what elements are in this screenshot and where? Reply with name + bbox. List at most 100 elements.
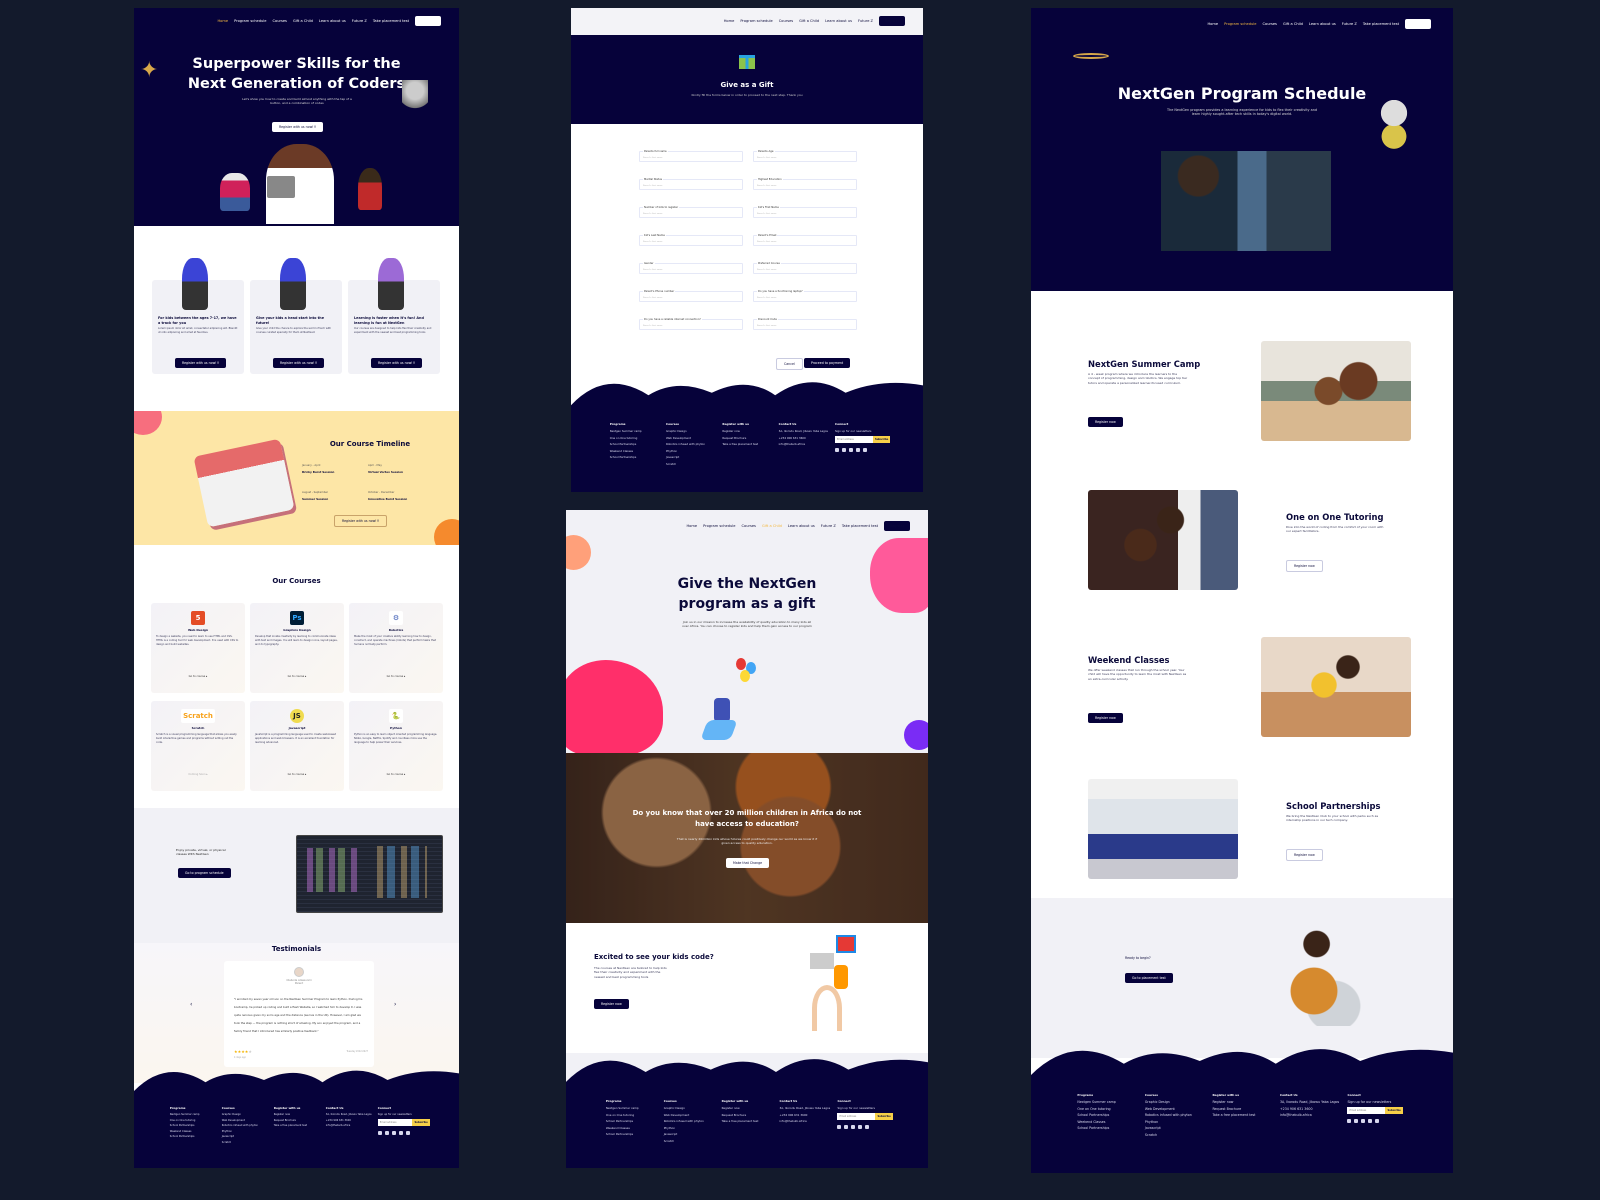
- footer-link[interactable]: info@thebulb.africa: [780, 1119, 838, 1123]
- footer-link[interactable]: Web Development: [664, 1113, 722, 1117]
- footer-link[interactable]: One on One tutoring: [1077, 1107, 1145, 1111]
- footer-link[interactable]: 3A, Ikorodu Road, Jibowu Yaba Lagos: [780, 1106, 838, 1110]
- footer-link[interactable]: 3A, Ikorodu Road, Jibowu Yaba Lagos: [326, 1113, 378, 1116]
- footer-link[interactable]: Phython: [1145, 1120, 1213, 1124]
- footer-link[interactable]: Graphic Design: [664, 1106, 722, 1110]
- footer-link[interactable]: Scratch: [1145, 1133, 1213, 1137]
- form-field[interactable]: Discount Code Parent's first name: [753, 318, 857, 330]
- email-input[interactable]: Email address: [837, 1113, 876, 1120]
- facebook-icon[interactable]: [834, 448, 839, 452]
- instagram-icon[interactable]: [851, 1125, 856, 1129]
- footer-link[interactable]: info@thebulb.africa: [779, 442, 835, 446]
- placement-test-button[interactable]: Go to placement test: [1125, 973, 1173, 983]
- form-field[interactable]: Gender Parent's first name: [639, 262, 743, 274]
- feature-register-button[interactable]: Register with us now!!!: [175, 358, 227, 368]
- nav-link-1[interactable]: Program schedule: [740, 19, 772, 23]
- footer-link[interactable]: Take a free placement test: [722, 442, 778, 446]
- nav-link-1[interactable]: Program schedule: [1224, 22, 1256, 26]
- footer-link[interactable]: Register now: [722, 1106, 780, 1110]
- nav-link-3[interactable]: Gift a Child: [762, 524, 782, 528]
- footer-link[interactable]: Take a free placement test: [722, 1119, 780, 1123]
- nav-link-0[interactable]: Home: [217, 19, 228, 23]
- footer-link[interactable]: Robotics infused with phyton: [666, 442, 722, 446]
- nav-link-0[interactable]: Home: [1207, 22, 1218, 26]
- course-link[interactable]: Go to course ▸: [151, 675, 245, 678]
- footer-link[interactable]: Javascript: [666, 455, 722, 459]
- facebook-icon[interactable]: [1347, 1119, 1352, 1123]
- footer-link[interactable]: Weekend Classes: [610, 449, 666, 453]
- footer-link[interactable]: +234 906 631 3600: [326, 1119, 378, 1122]
- linkedin-icon[interactable]: [1368, 1119, 1373, 1123]
- nav-link-2[interactable]: Courses: [1263, 22, 1277, 26]
- register-button[interactable]: Register: [415, 16, 441, 26]
- footer-link[interactable]: Scratch: [664, 1139, 722, 1143]
- nav-link-4[interactable]: Learn about us: [319, 19, 346, 23]
- course-link[interactable]: Go to course ▸: [250, 675, 344, 678]
- youtube-icon[interactable]: [865, 1125, 870, 1129]
- footer-link[interactable]: School Partnerships: [610, 455, 666, 459]
- form-field[interactable]: Preferred Course Parent's first name: [753, 262, 857, 274]
- instagram-icon[interactable]: [848, 448, 853, 452]
- hero-register-button[interactable]: Register with us now!!!: [272, 122, 324, 132]
- footer-link[interactable]: Graphic Design: [666, 429, 722, 433]
- course-link[interactable]: Go to course ▸: [349, 675, 443, 678]
- footer-link[interactable]: Nextgen Summer camp: [1077, 1100, 1145, 1104]
- nav-link-0[interactable]: Home: [724, 19, 735, 23]
- course-link[interactable]: Go to course ▸: [349, 773, 443, 776]
- footer-link[interactable]: Javascript: [222, 1135, 274, 1138]
- subscribe-button[interactable]: Subscribe: [1385, 1107, 1403, 1114]
- linkedin-icon[interactable]: [398, 1131, 403, 1135]
- subscribe-button[interactable]: Subscribe: [872, 436, 891, 443]
- nav-link-3[interactable]: Gift a Child: [293, 19, 313, 23]
- twitter-icon[interactable]: [1354, 1119, 1359, 1123]
- nav-link-5[interactable]: Future Z: [352, 19, 367, 23]
- footer-link[interactable]: Phython: [666, 449, 722, 453]
- youtube-icon[interactable]: [862, 448, 867, 452]
- subscribe-button[interactable]: Subscribe: [875, 1113, 893, 1120]
- footer-link[interactable]: Nextgen Summer camp: [170, 1113, 222, 1116]
- next-arrow-button[interactable]: ›: [394, 1001, 396, 1008]
- email-input[interactable]: Email address: [1347, 1107, 1386, 1114]
- footer-link[interactable]: Graphic Design: [1145, 1100, 1213, 1104]
- footer-link[interactable]: One on One tutoring: [610, 436, 666, 440]
- footer-link[interactable]: School Partnerships: [1077, 1113, 1145, 1117]
- form-field[interactable]: Parent's Email Parent's first name: [753, 234, 857, 246]
- footer-link[interactable]: Register now: [1212, 1100, 1280, 1104]
- subscribe-button[interactable]: Subscribe: [412, 1119, 430, 1126]
- footer-link[interactable]: Register now: [722, 429, 778, 433]
- footer-link[interactable]: +234 906 631 3600: [779, 436, 835, 440]
- nav-link-1[interactable]: Program schedule: [234, 19, 266, 23]
- footer-link[interactable]: Request Brochure: [274, 1119, 326, 1122]
- register-button[interactable]: Register: [1405, 19, 1431, 29]
- footer-link[interactable]: info@thebulb.africa: [1280, 1113, 1348, 1117]
- program-register-button[interactable]: Register now: [1088, 417, 1123, 427]
- footer-link[interactable]: Phython: [222, 1130, 274, 1133]
- form-field[interactable]: Marital Status Parent's first name: [639, 178, 743, 190]
- footer-link[interactable]: Robotics infused with phyton: [1145, 1113, 1213, 1117]
- instagram-icon[interactable]: [391, 1131, 396, 1135]
- footer-link[interactable]: info@thebulb.africa: [326, 1124, 378, 1127]
- footer-link[interactable]: Request Brochure: [1212, 1107, 1280, 1111]
- form-field[interactable]: Do you have a functioning laptop? Parent'…: [753, 290, 857, 302]
- footer-link[interactable]: Weekend Classes: [606, 1126, 664, 1130]
- course-link[interactable]: Go to course ▸: [250, 773, 344, 776]
- footer-link[interactable]: School Partnerships: [170, 1124, 222, 1127]
- course-link[interactable]: Coming Soon ▸: [151, 773, 245, 776]
- form-field[interactable]: Parents Age Parent's first name: [753, 150, 857, 162]
- linkedin-icon[interactable]: [855, 448, 860, 452]
- facebook-icon[interactable]: [377, 1131, 382, 1135]
- footer-link[interactable]: School Partnerships: [610, 442, 666, 446]
- form-field[interactable]: Parents full name Parent's first name: [639, 150, 743, 162]
- nav-link-3[interactable]: Gift a Child: [799, 19, 819, 23]
- footer-link[interactable]: Javascript: [664, 1132, 722, 1136]
- instagram-icon[interactable]: [1361, 1119, 1366, 1123]
- register-button[interactable]: Register: [884, 521, 910, 531]
- footer-link[interactable]: Nextgen Summer camp: [610, 429, 666, 433]
- facebook-icon[interactable]: [837, 1125, 842, 1129]
- footer-link[interactable]: Take a free placement test: [1212, 1113, 1280, 1117]
- footer-link[interactable]: School Partnerships: [606, 1132, 664, 1136]
- footer-link[interactable]: Robotics infused with phyton: [664, 1119, 722, 1123]
- nav-link-5[interactable]: Future Z: [1342, 22, 1357, 26]
- nav-link-4[interactable]: Learn about us: [1309, 22, 1336, 26]
- nav-link-1[interactable]: Program schedule: [703, 524, 735, 528]
